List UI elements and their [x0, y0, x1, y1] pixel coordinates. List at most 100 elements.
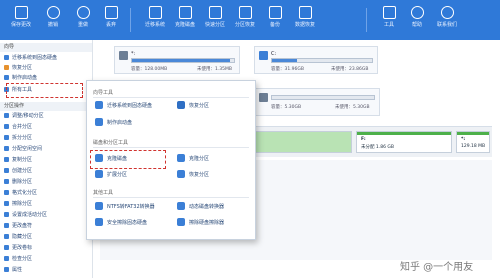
- sidebar-item-split[interactable]: 拆分分区: [4, 134, 88, 143]
- disk-capacity: 容量：31.96GB: [271, 67, 304, 72]
- partition-fill: [457, 132, 489, 135]
- partition-block[interactable]: *: 129.18 MB: [456, 131, 490, 153]
- wipe-icon: [4, 201, 9, 206]
- sidebar-item-allocate[interactable]: 分配空闲空间: [4, 145, 88, 154]
- sidebar-item-label: 隐藏分区: [12, 234, 33, 240]
- contact-button[interactable]: 联系我们: [430, 4, 464, 36]
- partition-recovery-label: 分区恢复: [234, 22, 255, 28]
- sidebar-item-label: 制作启动盘: [12, 75, 38, 81]
- menu-item-boot[interactable]: 制作启动盘: [95, 118, 132, 129]
- check-icon: [4, 256, 9, 261]
- merge-icon: [4, 124, 9, 129]
- save-changes-button[interactable]: 保存更改: [4, 4, 38, 36]
- help-button[interactable]: 帮助: [400, 4, 434, 36]
- sidebar-item-label: 更改盘符: [12, 223, 33, 229]
- disk-free: 未使用：5.30GB: [335, 105, 370, 110]
- menu-item-secure-erase[interactable]: 安全擦除固态硬盘: [95, 218, 147, 229]
- menu-item-wipe-disk[interactable]: 擦除硬盘擦除器: [177, 218, 224, 229]
- disk-card[interactable]: 容量：5.30GB 未使用：5.30GB: [254, 88, 380, 116]
- usage-bar: [131, 58, 235, 63]
- popup-section-disk: 磁盘和分区工具: [93, 140, 129, 146]
- sidebar-item-label: 拆分分区: [12, 135, 33, 141]
- help-icon: [410, 6, 424, 19]
- partition-label: F:: [361, 137, 366, 142]
- sidebar-section-wizard: 向导: [0, 43, 92, 52]
- disk-card[interactable]: *: 容量：128.00MB 未使用：1.35MB: [114, 46, 240, 74]
- menu-item-label: NTFS转FAT32转换器: [107, 204, 155, 210]
- sidebar-item-format[interactable]: 格式化分区: [4, 189, 88, 198]
- resize-icon: [4, 113, 9, 118]
- sidebar-item-label: 分配空闲空间: [12, 146, 43, 152]
- disk-icon: [119, 51, 128, 60]
- sidebar-item-active[interactable]: 设置成活动分区: [4, 211, 88, 220]
- sidebar-item-recover[interactable]: 恢复分区: [4, 64, 88, 73]
- discard-button[interactable]: 丢弃: [94, 4, 128, 36]
- main-toolbar: 保存更改 撤销 重做 丢弃 迁移系统 克隆磁盘 快速分区 分区恢复 备份 数据恢…: [0, 0, 500, 40]
- divider: [93, 197, 249, 198]
- menu-item-recover[interactable]: 恢复分区: [177, 101, 209, 112]
- undo-label: 撤销: [47, 22, 58, 28]
- sidebar-section-partition: 分区操作: [0, 102, 92, 111]
- copy-icon: [4, 157, 9, 162]
- format-icon: [4, 190, 9, 195]
- all-tools-popup: 向导工具 迁移系统到固态硬盘 恢复分区 制作启动盘 磁盘和分区工具 克隆磁盘 克…: [86, 80, 256, 240]
- partition-recovery-button[interactable]: 分区恢复: [228, 4, 262, 36]
- all-tools-highlight: [6, 83, 83, 98]
- partition-recovery-icon: [238, 6, 252, 19]
- sidebar-item-label: 调整/移动分区: [12, 113, 44, 119]
- sidebar-item-copy[interactable]: 复制分区: [4, 156, 88, 165]
- partition-block[interactable]: F: 未分配 1.86 GB: [356, 131, 452, 153]
- backup-button[interactable]: 备份: [258, 4, 292, 36]
- toolbar-separator: [130, 8, 131, 32]
- migrate-icon: [95, 101, 103, 109]
- sidebar-item-delete[interactable]: 删除分区: [4, 178, 88, 187]
- sidebar-item-label-change[interactable]: 更改卷标: [4, 244, 88, 253]
- clone-disk-label: 克隆磁盘: [174, 22, 195, 28]
- sidebar-item-properties[interactable]: 属性: [4, 266, 88, 275]
- contact-icon: [440, 6, 454, 19]
- sidebar-item-check[interactable]: 检查分区: [4, 255, 88, 264]
- backup-icon: [268, 6, 282, 19]
- clone-disk-button[interactable]: 克隆磁盘: [168, 4, 202, 36]
- partition-fill: [357, 132, 451, 135]
- disk-row: *: 容量：128.00MB 未使用：1.35MB C: 容量：31.96GB …: [100, 46, 492, 76]
- sidebar-item-merge[interactable]: 合并分区: [4, 123, 88, 132]
- discard-label: 丢弃: [105, 22, 116, 28]
- tools-icon: [382, 6, 396, 19]
- sidebar-item-resize[interactable]: 调整/移动分区: [4, 112, 88, 121]
- disk-card[interactable]: C: 容量：31.96GB 未使用：23.86GB: [254, 46, 378, 74]
- menu-item-clone-partition[interactable]: 克隆分区: [177, 154, 209, 165]
- sidebar-item-create[interactable]: 创建分区: [4, 167, 88, 176]
- menu-item-dynamic[interactable]: 动态磁盘转换器: [177, 202, 224, 213]
- data-recovery-icon: [298, 6, 312, 19]
- sidebar-item-wipe[interactable]: 擦除分区: [4, 200, 88, 209]
- usage-fill: [272, 59, 297, 62]
- quick-partition-button[interactable]: 快速分区: [198, 4, 232, 36]
- menu-item-expand[interactable]: 扩展分区: [95, 170, 127, 181]
- menu-item-label: 安全擦除固态硬盘: [107, 220, 148, 226]
- left-sidebar: 向导 迁移系统到固态硬盘 恢复分区 制作启动盘 所有工具 分区操作 调整/移动分…: [0, 40, 93, 278]
- sidebar-item-boot-disk[interactable]: 制作启动盘: [4, 74, 88, 83]
- sidebar-item-letter[interactable]: 更改盘符: [4, 222, 88, 231]
- migrate-os-button[interactable]: 迁移系统: [138, 4, 172, 36]
- windows-icon: [259, 51, 268, 60]
- migrate-icon: [148, 6, 162, 19]
- menu-item-rescue[interactable]: 恢复分区: [177, 170, 209, 181]
- toolbar-separator: [366, 8, 367, 32]
- data-recovery-button[interactable]: 数据恢复: [288, 4, 322, 36]
- undo-button[interactable]: 撤销: [36, 4, 70, 36]
- clone-disk-highlight: [90, 150, 166, 169]
- contact-label: 联系我们: [436, 22, 457, 28]
- divider: [93, 97, 249, 98]
- quick-partition-icon: [208, 6, 222, 19]
- menu-item-ntfs[interactable]: NTFS转FAT32转换器: [95, 202, 155, 213]
- menu-item-migrate[interactable]: 迁移系统到固态硬盘: [95, 101, 152, 112]
- data-recovery-label: 数据恢复: [294, 22, 315, 28]
- partition-detail: 未分配 1.86 GB: [361, 145, 394, 150]
- migrate-label: 迁移系统: [144, 22, 165, 28]
- letter-icon: [4, 223, 9, 228]
- sidebar-item-migrate[interactable]: 迁移系统到固态硬盘: [4, 54, 88, 63]
- sidebar-item-hide[interactable]: 隐藏分区: [4, 233, 88, 242]
- divider: [93, 147, 249, 148]
- clone-disk-icon: [178, 6, 192, 19]
